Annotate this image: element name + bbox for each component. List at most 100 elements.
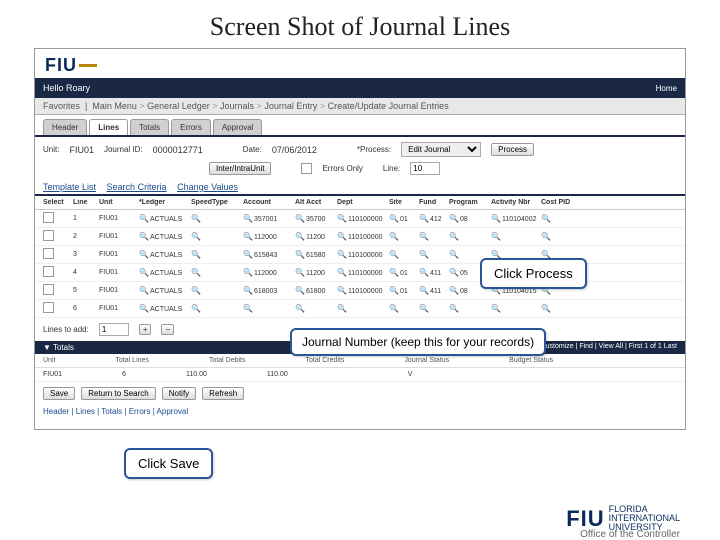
row-checkbox[interactable] — [43, 266, 54, 277]
return-button[interactable]: Return to Search — [81, 387, 155, 400]
cell-dept[interactable]: 🔍110100000 — [337, 214, 389, 223]
footer-links[interactable]: Header | Lines | Totals | Errors | Appro… — [35, 405, 685, 418]
row-checkbox[interactable] — [43, 248, 54, 259]
cell-prog[interactable]: 🔍 — [449, 304, 491, 313]
bc-create[interactable]: Create/Update Journal Entries — [328, 101, 449, 111]
bc-entry[interactable]: Journal Entry — [264, 101, 317, 111]
bc-gl[interactable]: General Ledger — [147, 101, 210, 111]
cell-act[interactable]: 🔍 — [491, 232, 541, 241]
cell-speed[interactable]: 🔍 — [191, 304, 243, 313]
refresh-button[interactable]: Refresh — [202, 387, 244, 400]
logo-dash — [79, 64, 97, 67]
cell-unit: FIU01 — [99, 305, 139, 312]
footer: FIU FLORIDA INTERNATIONAL UNIVERSITY — [566, 505, 680, 532]
row-checkbox[interactable] — [43, 302, 54, 313]
cell-acct[interactable]: 🔍357001 — [243, 214, 295, 223]
cell-dept[interactable]: 🔍110100000 — [337, 268, 389, 277]
cell-dept[interactable]: 🔍110100000 — [337, 286, 389, 295]
totals-toggle[interactable]: ▼ Totals — [43, 343, 74, 352]
process-select[interactable]: Edit Journal — [401, 142, 481, 157]
cell-alt[interactable]: 🔍61580 — [295, 250, 337, 259]
cell-fund[interactable]: 🔍412 — [419, 214, 449, 223]
cell-fund[interactable]: 🔍 — [419, 232, 449, 241]
table-row: 2FIU01🔍ACTUALS🔍🔍112000🔍11200🔍110100000🔍🔍… — [35, 228, 685, 246]
nav-favorites[interactable]: Favorites — [43, 101, 80, 111]
tab-lines[interactable]: Lines — [89, 119, 128, 135]
t-cred: 110.00 — [267, 371, 288, 378]
cell-alt[interactable]: 🔍 — [295, 304, 337, 313]
cell-alt[interactable]: 🔍35700 — [295, 214, 337, 223]
cell-dept[interactable]: 🔍110100000 — [337, 232, 389, 241]
cell-fund[interactable]: 🔍 — [419, 304, 449, 313]
save-button[interactable]: Save — [43, 387, 75, 400]
cell-site[interactable]: 🔍 — [389, 232, 419, 241]
tab-totals[interactable]: Totals — [130, 119, 169, 135]
errors-checkbox[interactable] — [301, 163, 312, 174]
cell-alt[interactable]: 🔍61800 — [295, 286, 337, 295]
cell-cost[interactable]: 🔍 — [541, 214, 571, 223]
col-site: Site — [389, 199, 419, 206]
cell-act[interactable]: 🔍 — [491, 304, 541, 313]
cell-cost[interactable]: 🔍 — [541, 232, 571, 241]
cell-line: 4 — [73, 269, 99, 276]
cell-ledger: 🔍ACTUALS — [139, 286, 191, 295]
totals-nav[interactable]: Customize | Find | View All | First 1 of… — [541, 343, 677, 352]
cell-ledger: 🔍ACTUALS — [139, 214, 191, 223]
cell-speed[interactable]: 🔍 — [191, 286, 243, 295]
cell-site[interactable]: 🔍 — [389, 304, 419, 313]
cell-alt[interactable]: 🔍11200 — [295, 268, 337, 277]
cell-prog[interactable]: 🔍08 — [449, 214, 491, 223]
cell-speed[interactable]: 🔍 — [191, 214, 243, 223]
change-link[interactable]: Change Values — [177, 182, 238, 192]
tab-approval[interactable]: Approval — [213, 119, 263, 135]
cell-dept[interactable]: 🔍 — [337, 304, 389, 313]
row-checkbox[interactable] — [43, 284, 54, 295]
cell-unit: FIU01 — [99, 215, 139, 222]
cell-acct[interactable]: 🔍112000 — [243, 268, 295, 277]
process-button[interactable]: Process — [491, 143, 534, 156]
interintra-button[interactable]: Inter/IntraUnit — [209, 162, 271, 175]
table-row: 5FIU01🔍ACTUALS🔍🔍618003🔍61800🔍110100000🔍0… — [35, 282, 685, 300]
remove-line-icon[interactable]: − — [161, 324, 174, 335]
lines-add-input[interactable] — [99, 323, 129, 336]
cell-site[interactable]: 🔍01 — [389, 214, 419, 223]
bc-journals[interactable]: Journals — [220, 101, 254, 111]
cell-alt[interactable]: 🔍11200 — [295, 232, 337, 241]
col-speed: SpeedType — [191, 199, 243, 206]
app-screenshot: FIU Hello Roary Home Favorites | Main Me… — [34, 48, 686, 430]
cell-speed[interactable]: 🔍 — [191, 268, 243, 277]
nav-mainmenu[interactable]: Main Menu — [92, 101, 137, 111]
tab-header[interactable]: Header — [43, 119, 87, 135]
cell-acct[interactable]: 🔍618003 — [243, 286, 295, 295]
cell-acct[interactable]: 🔍615843 — [243, 250, 295, 259]
date-value: 07/06/2012 — [272, 145, 317, 155]
notify-button[interactable]: Notify — [162, 387, 196, 400]
totals-row: FIU01 6 110.00 110.00 V — [35, 368, 685, 382]
cell-site[interactable]: 🔍01 — [389, 268, 419, 277]
cell-fund[interactable]: 🔍411 — [419, 268, 449, 277]
cell-dept[interactable]: 🔍110100000 — [337, 250, 389, 259]
cell-acct[interactable]: 🔍112000 — [243, 232, 295, 241]
callout-process: Click Process — [480, 258, 587, 289]
home-link[interactable]: Home — [656, 84, 677, 93]
app-logo: FIU — [39, 53, 685, 78]
line-input[interactable] — [410, 162, 440, 175]
totals-columns: Unit Total Lines Total Debits Total Cred… — [35, 354, 685, 368]
cell-acct[interactable]: 🔍 — [243, 304, 295, 313]
template-link[interactable]: Template List — [43, 182, 96, 192]
tab-errors[interactable]: Errors — [171, 119, 211, 135]
cell-site[interactable]: 🔍 — [389, 250, 419, 259]
cell-cost[interactable]: 🔍 — [541, 304, 571, 313]
cell-site[interactable]: 🔍01 — [389, 286, 419, 295]
cell-prog[interactable]: 🔍 — [449, 232, 491, 241]
cell-fund[interactable]: 🔍411 — [419, 286, 449, 295]
search-link[interactable]: Search Criteria — [107, 182, 167, 192]
add-line-icon[interactable]: + — [139, 324, 152, 335]
cell-act[interactable]: 🔍110104002 — [491, 214, 541, 223]
row-checkbox[interactable] — [43, 230, 54, 241]
cell-fund[interactable]: 🔍 — [419, 250, 449, 259]
row-checkbox[interactable] — [43, 212, 54, 223]
cell-line: 2 — [73, 233, 99, 240]
cell-speed[interactable]: 🔍 — [191, 232, 243, 241]
cell-speed[interactable]: 🔍 — [191, 250, 243, 259]
